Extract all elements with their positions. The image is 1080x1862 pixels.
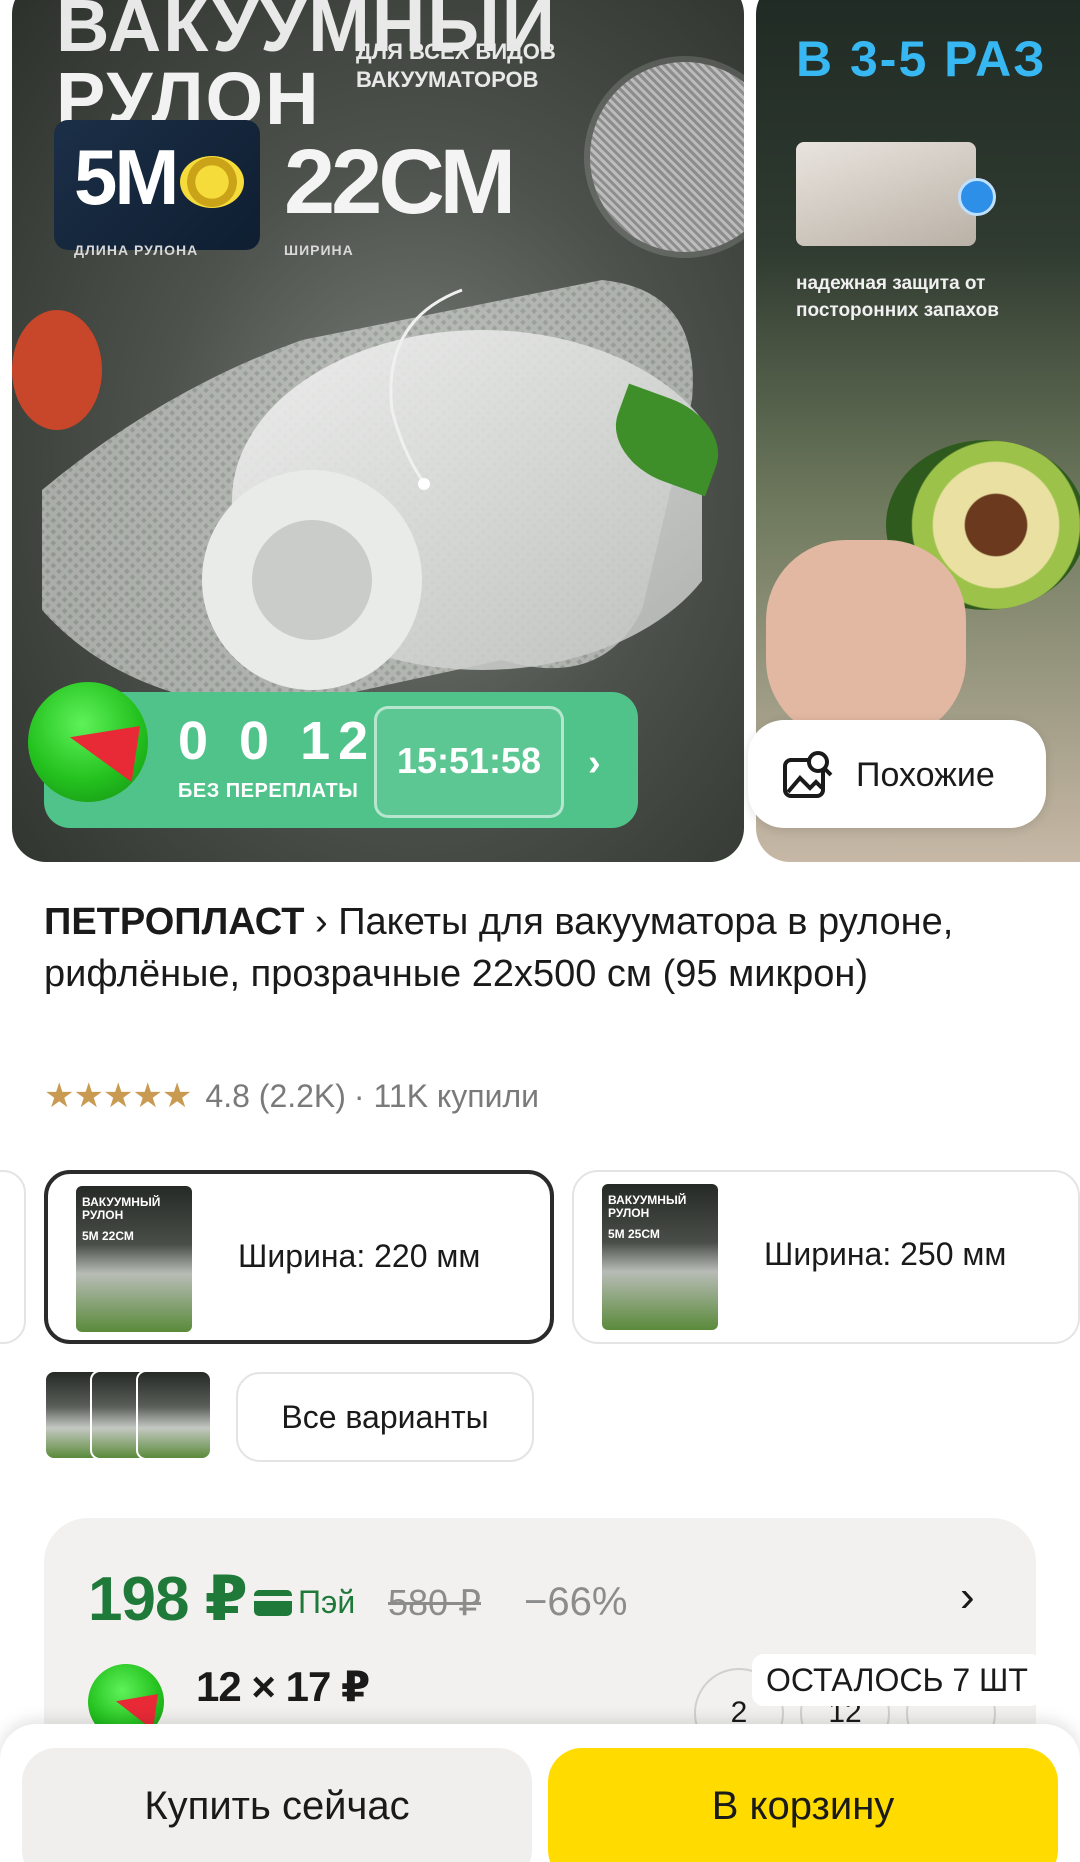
mascot-icon bbox=[28, 682, 148, 802]
similar-label: Похожие bbox=[856, 756, 995, 794]
rating-row[interactable]: ★★★★★ 4.8 (2.2K) · 11K купили bbox=[44, 1076, 539, 1116]
buy-now-button[interactable]: Купить сейчас bbox=[22, 1748, 532, 1862]
variant-thumbnail bbox=[136, 1370, 212, 1460]
vacuum-roll-image bbox=[42, 280, 702, 700]
rating-value: 4.8 (2.2K) bbox=[205, 1077, 346, 1114]
similar-button[interactable]: Похожие bbox=[748, 720, 1046, 828]
length-caption: ДЛИНА РУЛОНА bbox=[74, 242, 199, 258]
variant-thumb-size: 5М 25СМ bbox=[608, 1227, 660, 1241]
chevron-right-icon[interactable]: › bbox=[588, 742, 601, 785]
discount-badge: −66% bbox=[524, 1580, 628, 1624]
card-icon bbox=[254, 1590, 292, 1616]
slide2-text: надежная защита от посторонних запахов bbox=[796, 273, 999, 321]
variant-thumb-title: ВАКУУМНЫЙ РУЛОН bbox=[608, 1193, 687, 1220]
variant-thumbnail: ВАКУУМНЫЙ РУЛОН 5М 22СМ bbox=[76, 1186, 192, 1332]
variant-thumbnail: ВАКУУМНЫЙ РУЛОН 5М 25СМ bbox=[602, 1184, 718, 1330]
all-variants-button[interactable]: Все варианты bbox=[236, 1372, 534, 1462]
variant-thumb-title: ВАКУУМНЫЙ РУЛОН bbox=[82, 1195, 161, 1222]
rating-stars-icon: ★★★★★ bbox=[44, 1077, 192, 1115]
hero-subtitle-line1: ДЛЯ ВСЕХ ВИДОВ bbox=[356, 39, 556, 64]
variant-thumb-size: 5М 22СМ bbox=[82, 1229, 134, 1243]
buy-now-label: Купить сейчас bbox=[144, 1783, 410, 1828]
stock-badge: ОСТАЛОСЬ 7 ШТ bbox=[752, 1654, 1042, 1706]
image-gallery[interactable]: ВАКУУМНЫЙ РУЛОН ДЛЯ ВСЕХ ВИДОВ ВАКУУМАТО… bbox=[0, 0, 1080, 862]
chevron-right-icon: › bbox=[315, 901, 339, 943]
variant-label: Ширина: 250 мм bbox=[764, 1236, 1007, 1272]
add-to-cart-label: В корзину bbox=[711, 1783, 895, 1828]
product-page: ВАКУУМНЫЙ РУЛОН ДЛЯ ВСЕХ ВИДОВ ВАКУУМАТО… bbox=[0, 0, 1080, 1862]
verified-check-icon bbox=[958, 178, 996, 216]
variant-thumbnail-stack[interactable] bbox=[44, 1370, 224, 1460]
promo-caption: БЕЗ ПЕРЕПЛАТЫ bbox=[178, 780, 359, 802]
width-value: 22СМ bbox=[284, 131, 516, 233]
brand-link[interactable]: ПЕТРОПЛАСТ bbox=[44, 901, 304, 943]
slide2-title: В 3-5 РАЗ bbox=[796, 31, 1047, 87]
pepper-decor bbox=[12, 310, 102, 430]
hero-subtitle: ДЛЯ ВСЕХ ВИДОВ ВАКУУМАТОРОВ bbox=[356, 38, 556, 94]
variant-label: Ширина: 220 мм bbox=[238, 1238, 481, 1274]
mesh-texture-circle bbox=[590, 62, 744, 252]
variant-card-250[interactable]: ВАКУУМНЫЙ РУЛОН 5М 25СМ Ширина: 250 мм bbox=[572, 1170, 1080, 1344]
hero-subtitle-line2: ВАКУУМАТОРОВ bbox=[356, 67, 539, 92]
old-price: 580 ₽ bbox=[388, 1582, 481, 1623]
add-to-cart-button[interactable]: В корзину bbox=[548, 1748, 1058, 1862]
hand-decor bbox=[766, 540, 966, 740]
countdown-timer: 15:51:58 bbox=[396, 740, 542, 781]
length-spec-box: 5М bbox=[54, 120, 260, 250]
variant-card-partial[interactable] bbox=[0, 1170, 26, 1344]
pay-label: Пэй bbox=[298, 1584, 356, 1620]
promo-counter: 0 0 12 bbox=[178, 711, 377, 771]
bought-count: · 11K купили bbox=[353, 1077, 540, 1114]
variant-card-220[interactable]: ВАКУУМНЫЙ РУЛОН 5М 22СМ Ширина: 220 мм bbox=[44, 1170, 554, 1344]
image-search-icon bbox=[783, 751, 833, 798]
installment-price[interactable]: 12 × 17 ₽ bbox=[196, 1662, 370, 1711]
measuring-tape-icon bbox=[180, 156, 244, 208]
length-value: 5М bbox=[74, 133, 179, 221]
product-title: ПЕТРОПЛАСТ › Пакеты для вакууматора в ру… bbox=[44, 896, 1044, 1000]
current-price: 198 ₽ bbox=[88, 1565, 248, 1634]
slide2-photo bbox=[796, 142, 976, 246]
width-caption: ШИРИНА bbox=[284, 242, 354, 258]
chevron-right-icon[interactable]: › bbox=[960, 1572, 975, 1622]
